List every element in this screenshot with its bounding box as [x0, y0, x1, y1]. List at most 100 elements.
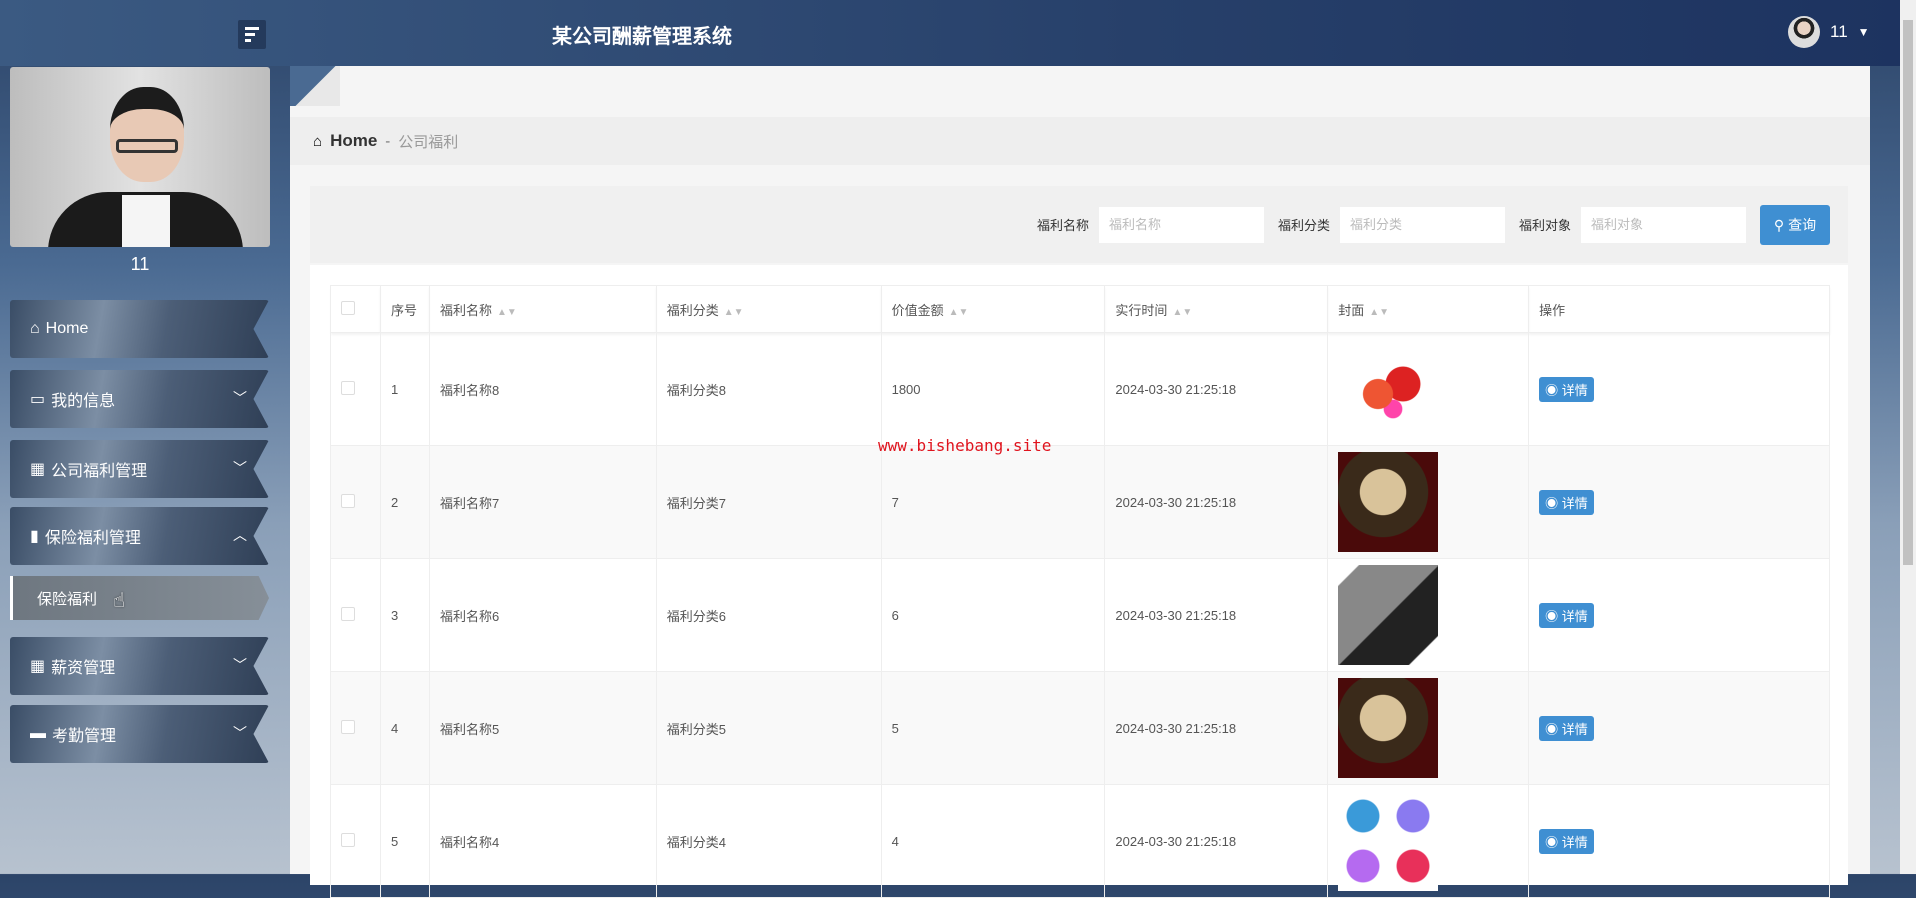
sidebar-item-attendance[interactable]: ▬ 考勤管理 ﹀ [10, 705, 269, 763]
sort-icon: ▲▼ [496, 306, 517, 318]
eye-icon: ◉ [1545, 721, 1562, 737]
table-container: 序号 福利名称 ▲▼ 福利分类 ▲▼ 价值金额 ▲▼ 实行时间 ▲▼ 封面 ▲▼ 操作 1… [310, 265, 1848, 898]
cell-category: 福利分类7 [655, 445, 882, 559]
welfare-table: 序号 福利名称 ▲▼ 福利分类 ▲▼ 价值金额 ▲▼ 实行时间 ▲▼ 封面 ▲▼ 操作 1… [330, 285, 1830, 898]
cover-image[interactable] [1338, 565, 1439, 665]
wallet-icon: ▭ [30, 391, 46, 408]
sidebar-item-company-welfare[interactable]: ▦ 公司福利管理 ﹀ [10, 440, 269, 498]
briefcase-icon: ▬ [30, 725, 46, 742]
col-header[interactable]: 实行时间 ▲▼ [1104, 285, 1329, 333]
row-checkbox[interactable] [341, 719, 355, 734]
home-icon: ⌂ [313, 132, 323, 150]
row-checkbox[interactable] [341, 493, 355, 508]
sidebar-item-salary[interactable]: ▦ 薪资管理 ﹀ [10, 637, 269, 695]
target-label: 福利对象 [1518, 218, 1571, 233]
cover-image[interactable] [1338, 678, 1439, 778]
cell-action: ◉ 详情 [1528, 784, 1830, 898]
menu-label: 保险福利管理 [44, 530, 141, 547]
sidebar-item-my-info[interactable]: ▭ 我的信息 ﹀ [10, 370, 269, 428]
chevron-up-icon: ︿ [233, 527, 247, 543]
detail-label: 详情 [1561, 834, 1588, 850]
user-menu[interactable]: 11 ▼ [1788, 16, 1870, 48]
detail-button[interactable]: ◉ 详情 [1539, 828, 1594, 854]
cell-time: 2024-03-30 21:25:18 [1104, 332, 1329, 446]
col-header[interactable]: 封面 ▲▼ [1327, 285, 1530, 333]
search-button-label: 查询 [1788, 216, 1817, 233]
detail-button[interactable]: ◉ 详情 [1539, 376, 1594, 402]
cell-cover [1327, 332, 1530, 446]
menu-toggle-button[interactable] [238, 20, 266, 49]
select-all-checkbox[interactable] [341, 300, 355, 315]
cover-image[interactable] [1338, 791, 1439, 891]
cover-image[interactable] [1338, 452, 1439, 552]
sort-icon: ▲▼ [723, 306, 744, 318]
cell-action: ◉ 详情 [1528, 558, 1830, 672]
cell-no: 3 [379, 558, 430, 672]
target-input[interactable] [1581, 206, 1746, 243]
cell-name: 福利名称5 [428, 671, 657, 785]
home-icon: ⌂ [30, 320, 40, 337]
top-header: 某公司酬薪管理系统 11 ▼ [0, 0, 1900, 66]
category-input[interactable] [1339, 206, 1505, 243]
detail-label: 详情 [1561, 495, 1588, 511]
page-fold-decoration [290, 66, 340, 106]
sidebar-item-insurance-welfare[interactable]: ▮ 保险福利管理 ︿ [10, 507, 269, 565]
col-header[interactable]: 福利名称 ▲▼ [428, 285, 657, 333]
sort-icon: ▲▼ [1369, 306, 1390, 318]
search-button[interactable]: ⚲ 查询 [1760, 204, 1830, 245]
table-row: 1 福利名称8 福利分类8 1800 2024-03-30 21:25:18 ◉… [330, 332, 1830, 446]
name-input[interactable] [1098, 206, 1264, 243]
row-checkbox[interactable] [341, 606, 355, 621]
cell-category: 福利分类4 [655, 784, 882, 898]
grid-icon: ▦ [30, 658, 46, 675]
cell-name: 福利名称6 [428, 558, 657, 672]
user-name: 11 [1830, 22, 1848, 41]
caret-down-icon: ▼ [1857, 25, 1870, 39]
cell-name: 福利名称7 [428, 445, 657, 559]
profile-name: 11 [130, 254, 150, 274]
menu-label: 薪资管理 [51, 660, 116, 677]
sidebar-item-home[interactable]: ⌂ Home [10, 300, 269, 358]
detail-button[interactable]: ◉ 详情 [1539, 602, 1594, 628]
cover-image[interactable] [1338, 339, 1439, 439]
eye-icon: ◉ [1545, 608, 1562, 624]
category-label: 福利分类 [1277, 218, 1330, 233]
cell-category: 福利分类8 [655, 332, 882, 446]
table-row: 2 福利名称7 福利分类7 7 2024-03-30 21:25:18 ◉ 详情 [330, 445, 1830, 559]
breadcrumb-home[interactable]: Home [330, 131, 377, 151]
eye-icon: ◉ [1545, 834, 1562, 850]
table-row: 3 福利名称6 福利分类6 6 2024-03-30 21:25:18 ◉ 详情 [330, 558, 1830, 672]
profile-photo [10, 67, 270, 247]
table-row: 4 福利名称5 福利分类5 5 2024-03-30 21:25:18 ◉ 详情 [330, 671, 1830, 785]
detail-button[interactable]: ◉ 详情 [1539, 715, 1594, 741]
app-title: 某公司酬薪管理系统 [552, 26, 732, 48]
sidebar-subitem-insurance-welfare[interactable]: 保险福利 [10, 576, 269, 620]
col-header[interactable]: 价值金额 ▲▼ [880, 285, 1106, 333]
cell-no: 1 [379, 332, 430, 446]
cell-action: ◉ 详情 [1528, 671, 1830, 785]
cell-cover [1327, 558, 1530, 672]
cell-time: 2024-03-30 21:25:18 [1104, 558, 1329, 672]
detail-button[interactable]: ◉ 详情 [1539, 489, 1594, 515]
name-label: 福利名称 [1036, 218, 1089, 233]
cell-value: 7 [880, 445, 1106, 559]
page-scrollbar[interactable] [1900, 0, 1916, 874]
chevron-down-icon: ﹀ [233, 460, 247, 476]
chevron-down-icon: ﹀ [233, 725, 247, 741]
cell-category: 福利分类6 [655, 558, 882, 672]
col-header: 操作 [1528, 285, 1830, 333]
table-row: 5 福利名称4 福利分类4 4 2024-03-30 21:25:18 ◉ 详情 [330, 784, 1830, 898]
col-header[interactable]: 福利分类 ▲▼ [655, 285, 882, 333]
grid-icon: ▦ [30, 461, 46, 478]
row-checkbox[interactable] [341, 832, 355, 847]
cell-category: 福利分类5 [655, 671, 882, 785]
cell-value: 6 [880, 558, 1106, 672]
chevron-down-icon: ﹀ [233, 390, 247, 406]
hand-cursor-icon: ☝ [113, 590, 126, 612]
eye-icon: ◉ [1545, 495, 1562, 511]
eye-icon: ◉ [1545, 382, 1562, 398]
cell-value: 1800 [880, 332, 1106, 446]
row-checkbox[interactable] [341, 380, 355, 395]
cell-value: 5 [880, 671, 1106, 785]
cell-name: 福利名称4 [428, 784, 657, 898]
